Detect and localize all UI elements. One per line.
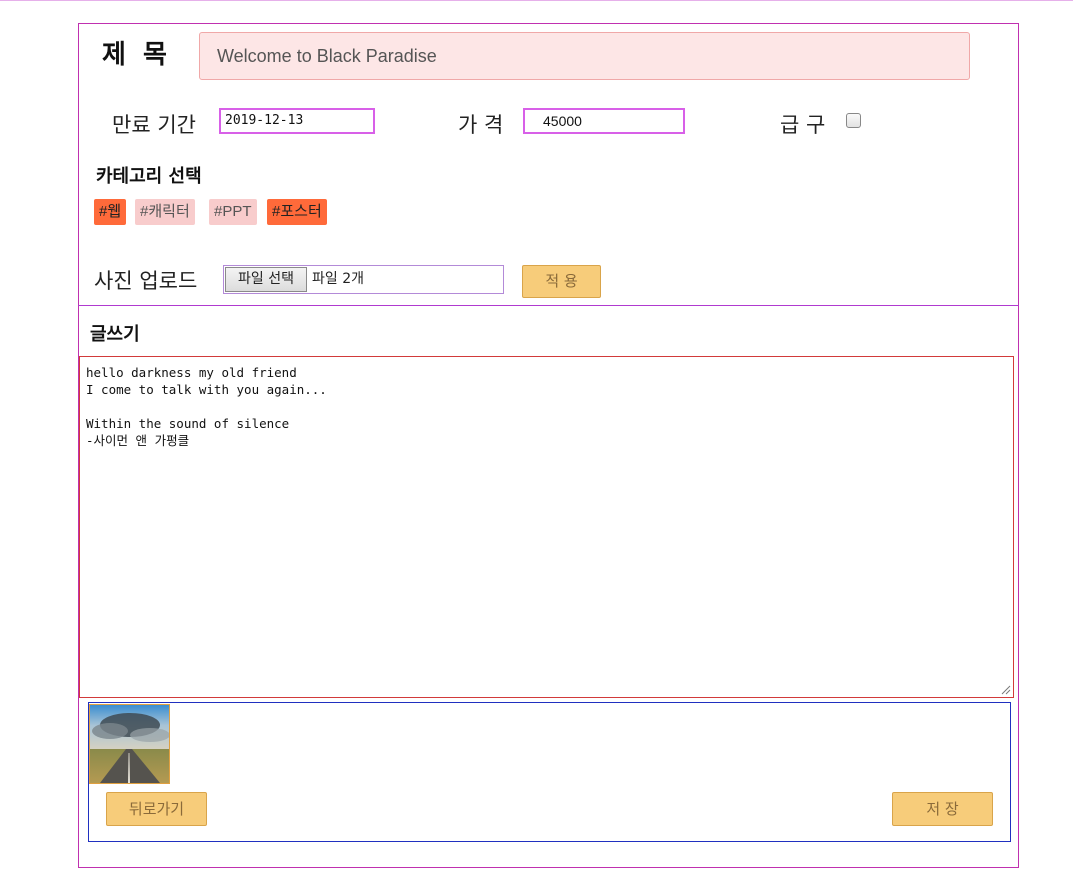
preview-thumbnail-road: [89, 704, 170, 784]
category-title: 카테고리 선택: [96, 166, 202, 187]
file-select-button[interactable]: 파일 선택: [225, 267, 307, 292]
price-input[interactable]: 45000: [523, 108, 685, 134]
tag-character[interactable]: #캐릭터: [135, 199, 195, 225]
urgent-checkbox[interactable]: [846, 113, 861, 128]
resize-grip-icon[interactable]: [1001, 685, 1011, 695]
price-label: 가 격: [458, 113, 504, 137]
urgent-label: 급 구: [780, 113, 826, 137]
file-input[interactable]: 파일 선택 파일 2개: [223, 265, 504, 294]
tag-ppt[interactable]: #PPT: [209, 199, 257, 225]
expiry-date-input[interactable]: 2019-12-13: [219, 108, 375, 134]
write-title: 글쓰기: [90, 324, 140, 345]
tag-poster[interactable]: #포스터: [267, 199, 327, 225]
road-landscape-image: [90, 705, 169, 783]
expiry-label: 만료 기간: [112, 113, 196, 137]
content-text: hello darkness my old friend I come to t…: [86, 365, 327, 448]
file-status-text: 파일 2개: [312, 271, 364, 287]
save-button[interactable]: 저 장: [892, 792, 993, 826]
page-top-border: [0, 0, 1073, 1]
upload-label: 사진 업로드: [94, 269, 198, 293]
back-button[interactable]: 뒤로가기: [106, 792, 207, 826]
title-input[interactable]: Welcome to Black Paradise: [199, 32, 970, 80]
tag-web[interactable]: #웹: [94, 199, 127, 225]
apply-button[interactable]: 적 용: [522, 265, 601, 298]
image-preview-area: [88, 702, 1011, 842]
content-textarea[interactable]: hello darkness my old friend I come to t…: [79, 356, 1014, 698]
title-label: 제 목: [102, 40, 171, 70]
section-divider: [78, 305, 1019, 306]
